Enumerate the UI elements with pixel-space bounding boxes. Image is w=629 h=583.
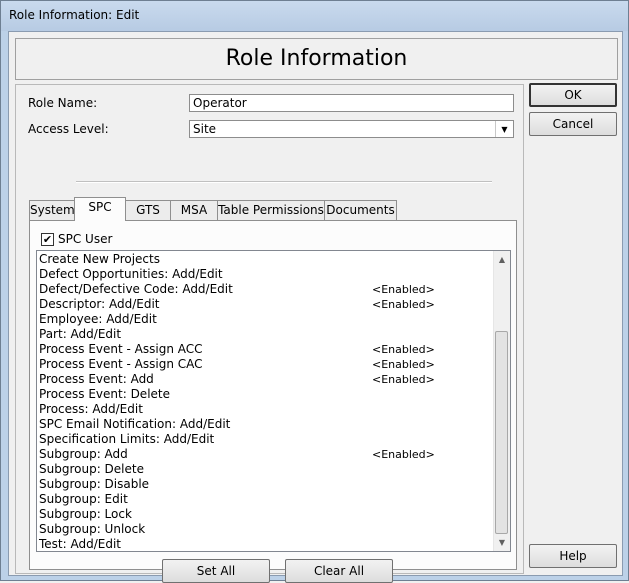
tab-spc[interactable]: SPC [74, 197, 126, 221]
spc-tab-page: ✔ SPC User Create New Projects Defect Opp… [29, 220, 517, 583]
list-item[interactable]: Defect/Defective Code: Add/Edit <Enabled> [39, 282, 484, 297]
tab-system[interactable]: System [29, 200, 75, 220]
permission-name: Specification Limits: Add/Edit [39, 432, 215, 446]
permission-name: Employee: Add/Edit [39, 312, 157, 326]
access-level-label: Access Level: [28, 122, 109, 136]
spc-user-checkbox[interactable]: ✔ [41, 233, 54, 246]
help-button[interactable]: Help [529, 544, 617, 568]
list-item[interactable]: Process Event: Delete [39, 387, 484, 402]
permission-name: Subgroup: Edit [39, 492, 128, 506]
permission-name: Part: Add/Edit [39, 327, 122, 341]
tab-msa[interactable]: MSA [170, 200, 218, 220]
permission-name: Defect Opportunities: Add/Edit [39, 267, 223, 281]
cancel-button[interactable]: Cancel [529, 112, 617, 136]
permission-name: Subgroup: Unlock [39, 522, 146, 536]
permission-name: Subgroup: Lock [39, 507, 132, 521]
list-item[interactable]: Part: Add/Edit [39, 327, 484, 342]
permission-name: Process Event: Add [39, 372, 154, 386]
role-name-input[interactable]: Operator [189, 94, 514, 112]
list-item[interactable]: Specification Limits: Add/Edit [39, 432, 484, 447]
list-item[interactable]: Process: Add/Edit [39, 402, 484, 417]
arrow-down-icon[interactable]: ▼ [494, 534, 510, 551]
permission-name: Subgroup: Disable [39, 477, 150, 491]
list-item[interactable]: Process Event - Assign CAC <Enabled> [39, 357, 484, 372]
title-bar[interactable]: Role Information: Edit [1, 1, 628, 31]
permission-name: Test: Add/Edit [39, 537, 122, 551]
list-item[interactable]: Subgroup: Disable [39, 477, 484, 492]
permission-name: Defect/Defective Code: Add/Edit [39, 282, 233, 296]
separator [76, 181, 492, 183]
list-item[interactable]: Defect Opportunities: Add/Edit [39, 267, 484, 282]
permission-status: <Enabled> [372, 298, 435, 311]
chevron-down-icon[interactable]: ▼ [495, 121, 513, 137]
permission-status: <Enabled> [372, 283, 435, 296]
list-item[interactable]: SPC Email Notification: Add/Edit [39, 417, 484, 432]
page-header: Role Information [15, 38, 618, 80]
list-item[interactable]: Employee: Add/Edit [39, 312, 484, 327]
list-item[interactable]: Test: Add/Edit [39, 537, 484, 551]
check-icon: ✔ [42, 233, 53, 246]
list-item[interactable]: Process Event - Assign ACC <Enabled> [39, 342, 484, 357]
list-item[interactable]: Subgroup: Delete [39, 462, 484, 477]
permission-status: <Enabled> [372, 448, 435, 461]
permission-name: Subgroup: Delete [39, 462, 144, 476]
dialog-client: Role Information Role Name: Operator Acc… [8, 31, 623, 583]
spc-user-label: SPC User [58, 232, 113, 246]
page-title: Role Information [225, 46, 408, 71]
permission-name: Process: Add/Edit [39, 402, 143, 416]
permission-name: Process Event - Assign ACC [39, 342, 203, 356]
list-item[interactable]: Subgroup: Add <Enabled> [39, 447, 484, 462]
role-name-label: Role Name: [28, 96, 98, 110]
permission-status: <Enabled> [372, 358, 435, 371]
role-panel: Role Name: Operator Access Level: Site ▼… [15, 84, 524, 583]
tab-documents[interactable]: Documents [324, 200, 397, 220]
list-item[interactable]: Descriptor: Add/Edit <Enabled> [39, 297, 484, 312]
arrow-up-icon[interactable]: ▲ [494, 251, 510, 268]
permission-name: Subgroup: Add [39, 447, 128, 461]
dialog-window: Role Information: Edit Role Information … [0, 0, 629, 583]
list-item[interactable]: Subgroup: Unlock [39, 522, 484, 537]
permission-status: <Enabled> [372, 343, 435, 356]
list-item[interactable]: Subgroup: Lock [39, 507, 484, 522]
permission-name: Process Event: Delete [39, 387, 170, 401]
permission-name: Descriptor: Add/Edit [39, 297, 160, 311]
permissions-list[interactable]: Create New Projects Defect Opportunities:… [36, 250, 511, 552]
permission-name: SPC Email Notification: Add/Edit [39, 417, 231, 431]
window-title: Role Information: Edit [9, 8, 140, 22]
access-level-select[interactable]: Site ▼ [189, 120, 514, 138]
scroll-thumb[interactable] [495, 331, 508, 534]
tab-table-permissions[interactable]: Table Permissions [217, 200, 325, 220]
list-item[interactable]: Create New Projects [39, 252, 484, 267]
permission-status: <Enabled> [372, 373, 435, 386]
list-item[interactable]: Subgroup: Edit [39, 492, 484, 507]
clear-all-button[interactable]: Clear All [285, 559, 393, 583]
access-level-value: Site [193, 122, 217, 136]
list-item[interactable]: Process Event: Add <Enabled> [39, 372, 484, 387]
vertical-scrollbar[interactable]: ▲ ▼ [493, 251, 510, 551]
set-all-button[interactable]: Set All [162, 559, 270, 583]
ok-button[interactable]: OK [529, 83, 617, 107]
permission-name: Create New Projects [39, 252, 160, 266]
permission-name: Process Event - Assign CAC [39, 357, 203, 371]
tab-gts[interactable]: GTS [125, 200, 171, 220]
